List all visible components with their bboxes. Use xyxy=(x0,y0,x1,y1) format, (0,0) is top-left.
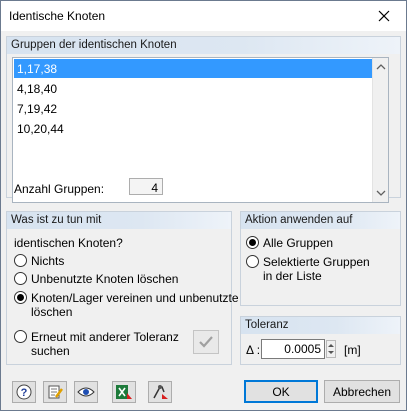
search-again-button[interactable] xyxy=(193,330,219,354)
list-item[interactable]: 7,19,42 xyxy=(14,99,373,118)
listbox-scrollbar[interactable] xyxy=(372,58,388,202)
apply-panel-header: Aktion anwenden auf xyxy=(241,212,400,229)
radio-nichts-label[interactable]: Nichts xyxy=(31,254,64,268)
radio-merge-nodes-label[interactable]: Knoten/Lager vereinen und unbenutzte xyxy=(31,291,239,305)
edit-notes-icon xyxy=(48,385,63,399)
scroll-down-icon[interactable] xyxy=(376,188,386,198)
svg-text:?: ? xyxy=(21,387,28,399)
window-title: Identische Knoten xyxy=(9,9,106,23)
title-bar: Identische Knoten xyxy=(1,1,406,31)
checkmark-icon xyxy=(199,336,213,348)
radio-selected-groups-label-line2[interactable]: in der Liste xyxy=(263,269,322,283)
help-icon: ? xyxy=(16,384,32,400)
action-panel: Was ist zu tun mit identischen Knoten? N… xyxy=(6,211,239,365)
groups-panel-header: Gruppen der identischen Knoten xyxy=(7,37,400,54)
cancel-button[interactable]: Abbrechen xyxy=(324,380,400,403)
radio-nichts[interactable] xyxy=(14,254,27,267)
group-count-value: 4 xyxy=(129,178,163,195)
edit-button[interactable] xyxy=(43,381,67,403)
radio-all-groups[interactable] xyxy=(246,236,259,249)
list-item[interactable]: 4,18,40 xyxy=(14,79,373,98)
radio-search-again[interactable] xyxy=(14,330,27,343)
action-subtitle: identischen Knoten? xyxy=(14,236,123,250)
close-button[interactable] xyxy=(364,1,404,30)
group-count-label: Anzahl Gruppen: xyxy=(14,182,105,196)
tolerance-input[interactable]: 0.0005 xyxy=(261,339,325,359)
help-button[interactable]: ? xyxy=(12,381,36,403)
eye-icon xyxy=(77,387,95,397)
radio-search-again-label-line2[interactable]: suchen xyxy=(31,344,70,358)
list-item[interactable]: 10,20,44 xyxy=(14,119,373,138)
groups-panel: Gruppen der identischen Knoten 1,17,38 4… xyxy=(6,36,401,203)
ok-button[interactable]: OK xyxy=(244,380,318,403)
radio-selected-groups[interactable] xyxy=(246,255,259,268)
radio-all-groups-label[interactable]: Alle Gruppen xyxy=(263,236,333,250)
excel-icon xyxy=(116,385,132,399)
view-button[interactable] xyxy=(74,381,98,403)
tolerance-spinner[interactable] xyxy=(326,340,336,358)
scroll-up-icon[interactable] xyxy=(376,62,386,72)
radio-delete-unused-label[interactable]: Unbenutzte Knoten löschen xyxy=(31,272,178,286)
tolerance-panel: Toleranz Δ : 0.0005 [m] xyxy=(240,316,401,365)
list-item[interactable]: 1,17,38 xyxy=(14,59,373,78)
radio-merge-nodes[interactable] xyxy=(14,291,27,304)
select-nodes-button[interactable] xyxy=(148,381,172,403)
radio-merge-nodes-label-line2[interactable]: löschen xyxy=(31,305,72,319)
radio-search-again-label[interactable]: Erneut mit anderer Toleranz xyxy=(31,330,179,344)
spin-down-icon[interactable] xyxy=(327,349,335,357)
select-nodes-icon xyxy=(153,385,168,399)
excel-export-button[interactable] xyxy=(112,381,136,403)
apply-panel: Aktion anwenden auf Alle Gruppen Selekti… xyxy=(240,211,401,306)
action-panel-header: Was ist zu tun mit xyxy=(7,212,231,229)
tolerance-panel-header: Toleranz xyxy=(241,317,400,334)
spin-up-icon[interactable] xyxy=(327,341,335,349)
close-icon xyxy=(378,10,390,21)
radio-selected-groups-label[interactable]: Selektierte Gruppen xyxy=(263,255,370,269)
dialog-window: Identische Knoten Gruppen der identische… xyxy=(0,0,407,411)
tolerance-unit: [m] xyxy=(344,343,361,357)
delta-label: Δ : xyxy=(246,343,261,357)
radio-delete-unused[interactable] xyxy=(14,272,27,285)
